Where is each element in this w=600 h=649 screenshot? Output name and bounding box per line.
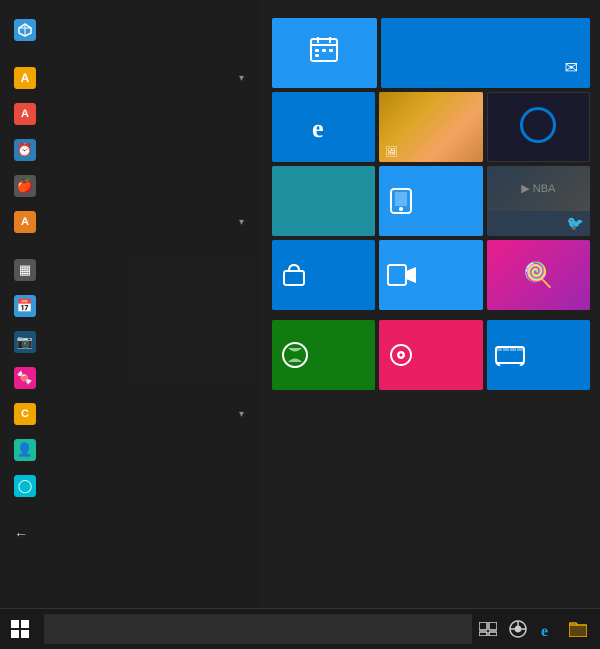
tile-skype[interactable] bbox=[379, 240, 482, 310]
app-item-candy-crush[interactable]: 🍬 bbox=[0, 360, 258, 396]
app-item-calculator[interactable]: ▦ bbox=[0, 252, 258, 288]
app-item-alarms-clock[interactable]: ⏰ bbox=[0, 132, 258, 168]
start-button[interactable] bbox=[0, 609, 40, 649]
section-header-a bbox=[0, 48, 258, 60]
chevron-icon-conexant: ▾ bbox=[239, 409, 244, 420]
app-item-3d-builder[interactable] bbox=[0, 12, 258, 48]
app-item-conexant[interactable]: C ▾ bbox=[0, 396, 258, 432]
app-icon-cortana: ◯ bbox=[14, 475, 36, 497]
app-icon-camera: 📷 bbox=[14, 331, 36, 353]
tile-groove[interactable] bbox=[379, 320, 482, 390]
taskbar-icons: e bbox=[476, 617, 600, 641]
app-icon-candy: 🍬 bbox=[14, 367, 36, 389]
app-icon-apple: 🍎 bbox=[14, 175, 36, 197]
svg-text:e: e bbox=[312, 114, 324, 143]
app-item-cortana[interactable]: ◯ bbox=[0, 468, 258, 504]
taskbar: e bbox=[0, 608, 600, 648]
app-list: A ▾ A ⏰ 🍎 A ▾ bbox=[0, 0, 258, 608]
tile-xbox[interactable] bbox=[272, 320, 375, 390]
app-icon-conexant: C bbox=[14, 403, 36, 425]
tile-mail[interactable]: ✉ bbox=[381, 18, 590, 88]
tile-edge[interactable]: e bbox=[272, 92, 375, 162]
chevron-icon-absolute: ▾ bbox=[239, 73, 244, 84]
section-header-numbers bbox=[0, 0, 258, 12]
app-icon-calculator: ▦ bbox=[14, 259, 36, 281]
chrome-icon[interactable] bbox=[506, 617, 530, 641]
app-item-contact-support[interactable]: 👤 bbox=[0, 432, 258, 468]
photos-icon: 🖼 bbox=[385, 147, 398, 158]
candy-crush-icon: 🍭 bbox=[487, 240, 590, 310]
app-icon-acrobat: A bbox=[14, 103, 36, 125]
edge-taskbar-icon[interactable]: e bbox=[536, 617, 560, 641]
twitter-bird-icon: 🐦 bbox=[567, 215, 584, 232]
app-item-absolute-software[interactable]: A ▾ bbox=[0, 60, 258, 96]
app-icon-calendar: 📅 bbox=[14, 295, 36, 317]
tile-weather[interactable] bbox=[272, 166, 375, 236]
mail-envelope-icon: ✉ bbox=[565, 58, 578, 78]
app-icon-alarms: ⏰ bbox=[14, 139, 36, 161]
twitter-player-icon: ▶ NBA bbox=[521, 182, 555, 195]
app-item-avast[interactable]: A ▾ bbox=[0, 204, 258, 240]
svg-text:e: e bbox=[541, 623, 548, 638]
tiles-panel: ✉ e 🖼 bbox=[258, 0, 600, 608]
task-view-icon[interactable] bbox=[476, 617, 500, 641]
tile-photos[interactable]: 🖼 bbox=[379, 92, 482, 162]
tile-calendar[interactable] bbox=[272, 18, 377, 88]
back-arrow-icon: ← bbox=[14, 524, 28, 540]
file-explorer-icon[interactable] bbox=[566, 617, 590, 641]
back-button[interactable]: ← bbox=[0, 516, 258, 548]
tile-twitter[interactable]: ▶ NBA 🐦 bbox=[487, 166, 590, 236]
app-icon-3d-builder bbox=[14, 19, 36, 41]
app-icon-avast: A bbox=[14, 211, 36, 233]
app-item-camera[interactable]: 📷 bbox=[0, 324, 258, 360]
tile-store[interactable] bbox=[272, 240, 375, 310]
search-input[interactable] bbox=[44, 614, 472, 644]
cortana-ring-icon bbox=[520, 107, 556, 143]
tile-movies[interactable] bbox=[487, 320, 590, 390]
app-item-acrobat-reader[interactable]: A bbox=[0, 96, 258, 132]
section-header-g bbox=[0, 504, 258, 516]
tile-cortana[interactable] bbox=[487, 92, 590, 162]
section-header-c bbox=[0, 240, 258, 252]
app-item-calendar[interactable]: 📅 bbox=[0, 288, 258, 324]
app-icon-absolute-software: A bbox=[14, 67, 36, 89]
chevron-icon-avast: ▾ bbox=[239, 217, 244, 228]
tile-candy[interactable]: 🍭 bbox=[487, 240, 590, 310]
app-item-apple-software[interactable]: 🍎 bbox=[0, 168, 258, 204]
start-menu: A ▾ A ⏰ 🍎 A ▾ bbox=[0, 0, 600, 608]
tile-phone[interactable] bbox=[379, 166, 482, 236]
app-icon-contact-support: 👤 bbox=[14, 439, 36, 461]
